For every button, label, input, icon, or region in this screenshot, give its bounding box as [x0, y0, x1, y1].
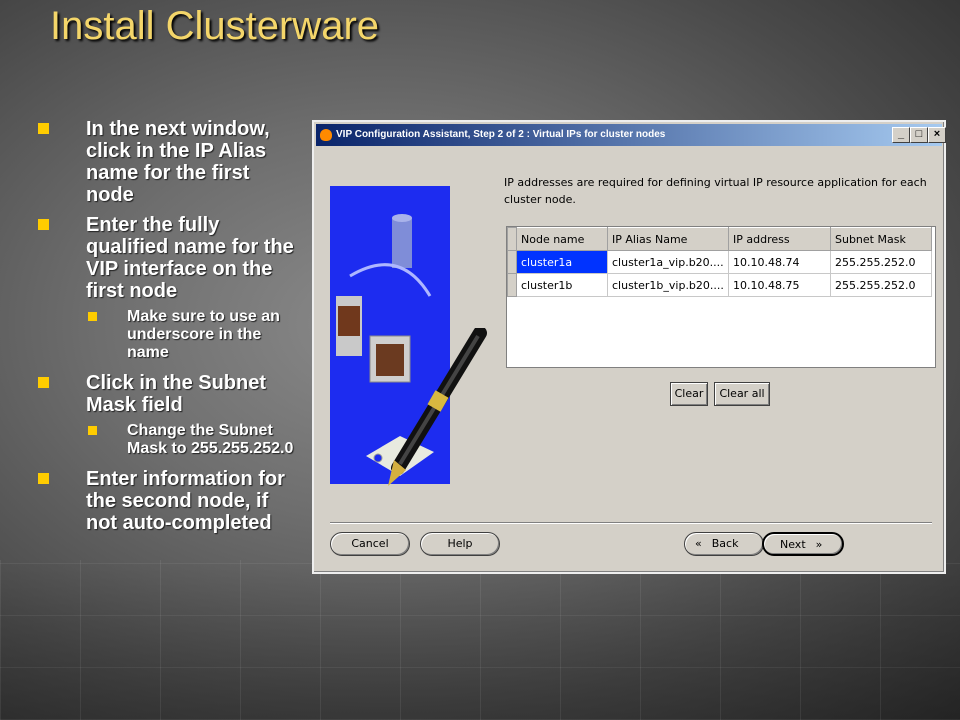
back-arrow-icon: «	[695, 537, 702, 550]
column-header-subnet-mask[interactable]: Subnet Mask	[830, 227, 932, 251]
sub-bullet-marker	[88, 426, 97, 435]
bullet-marker	[38, 123, 49, 134]
column-header-node-name[interactable]: Node name	[516, 227, 608, 251]
row-header[interactable]	[507, 250, 517, 274]
bullet-list: In the next window, click in the IP Alia…	[32, 118, 302, 542]
clear-all-button[interactable]: Clear all	[714, 382, 770, 406]
pen-icon	[388, 328, 487, 486]
window-client: IP addresses are required for defining v…	[314, 148, 944, 572]
window-app-icon	[320, 129, 332, 141]
bullet-item: Enter the fully qualified name for the V…	[32, 214, 302, 302]
back-button[interactable]: « Back	[684, 532, 764, 556]
table-row[interactable]: cluster1b cluster1b_vip.b20.... 10.10.48…	[507, 273, 932, 297]
row-header[interactable]	[507, 273, 517, 297]
sub-bullet-marker	[88, 312, 97, 321]
next-arrow-icon: »	[815, 538, 823, 551]
cell-ip-address[interactable]: 10.10.48.75	[728, 273, 831, 297]
vip-config-window: VIP Configuration Assistant, Step 2 of 2…	[312, 120, 946, 574]
column-header-ip-alias[interactable]: IP Alias Name	[607, 227, 729, 251]
sub-bullet-item: Make sure to use an underscore in the na…	[32, 308, 302, 362]
cancel-button[interactable]: Cancel	[330, 532, 410, 556]
next-button[interactable]: Next »	[762, 532, 844, 556]
bullet-item: In the next window, click in the IP Alia…	[32, 118, 302, 206]
background-tiles	[0, 560, 960, 720]
bullet-text: In the next window, click in the IP Alia…	[86, 118, 270, 206]
next-button-label: Next	[780, 538, 806, 551]
bullet-marker	[38, 377, 49, 388]
bullet-text: Enter the fully qualified name for the V…	[86, 214, 294, 302]
description-text: IP addresses are required for defining v…	[504, 176, 927, 206]
close-button[interactable]: ×	[928, 127, 946, 143]
bullet-text: Enter information for the second node, i…	[86, 468, 285, 534]
window-titlebar[interactable]: VIP Configuration Assistant, Step 2 of 2…	[316, 124, 946, 146]
minimize-button[interactable]: _	[892, 127, 910, 143]
bullet-item: Enter information for the second node, i…	[32, 468, 302, 534]
cell-subnet-mask[interactable]: 255.255.252.0	[830, 273, 932, 297]
node-vip-table: Node name IP Alias Name IP address Subne…	[506, 226, 936, 368]
sub-bullet-item: Change the Subnet Mask to 255.255.252.0	[32, 422, 302, 458]
clear-button[interactable]: Clear	[670, 382, 708, 406]
sub-bullet-text: Change the Subnet Mask to 255.255.252.0	[127, 422, 294, 457]
row-header-corner	[507, 227, 517, 251]
column-header-ip-address[interactable]: IP address	[728, 227, 831, 251]
maximize-button[interactable]: □	[910, 127, 928, 143]
bullet-text: Click in the Subnet Mask field	[86, 372, 267, 416]
table-row[interactable]: cluster1a cluster1a_vip.b20.... 10.10.48…	[507, 250, 932, 274]
bullet-marker	[38, 219, 49, 230]
help-button[interactable]: Help	[420, 532, 500, 556]
sub-bullet-text: Make sure to use an underscore in the na…	[127, 308, 280, 361]
cell-subnet-mask[interactable]: 255.255.252.0	[830, 250, 932, 274]
button-separator	[330, 522, 932, 524]
cell-node-name[interactable]: cluster1b	[516, 273, 608, 297]
cell-ip-alias[interactable]: cluster1b_vip.b20....	[607, 273, 729, 297]
bullet-marker	[38, 473, 49, 484]
cell-ip-alias[interactable]: cluster1a_vip.b20....	[607, 250, 729, 274]
bullet-item: Click in the Subnet Mask field	[32, 372, 302, 416]
back-button-label: Back	[711, 537, 739, 550]
window-title: VIP Configuration Assistant, Step 2 of 2…	[336, 129, 666, 140]
cell-node-name[interactable]: cluster1a	[516, 250, 608, 274]
cell-ip-address[interactable]: 10.10.48.74	[728, 250, 831, 274]
slide-title: Install Clusterware	[50, 4, 380, 48]
